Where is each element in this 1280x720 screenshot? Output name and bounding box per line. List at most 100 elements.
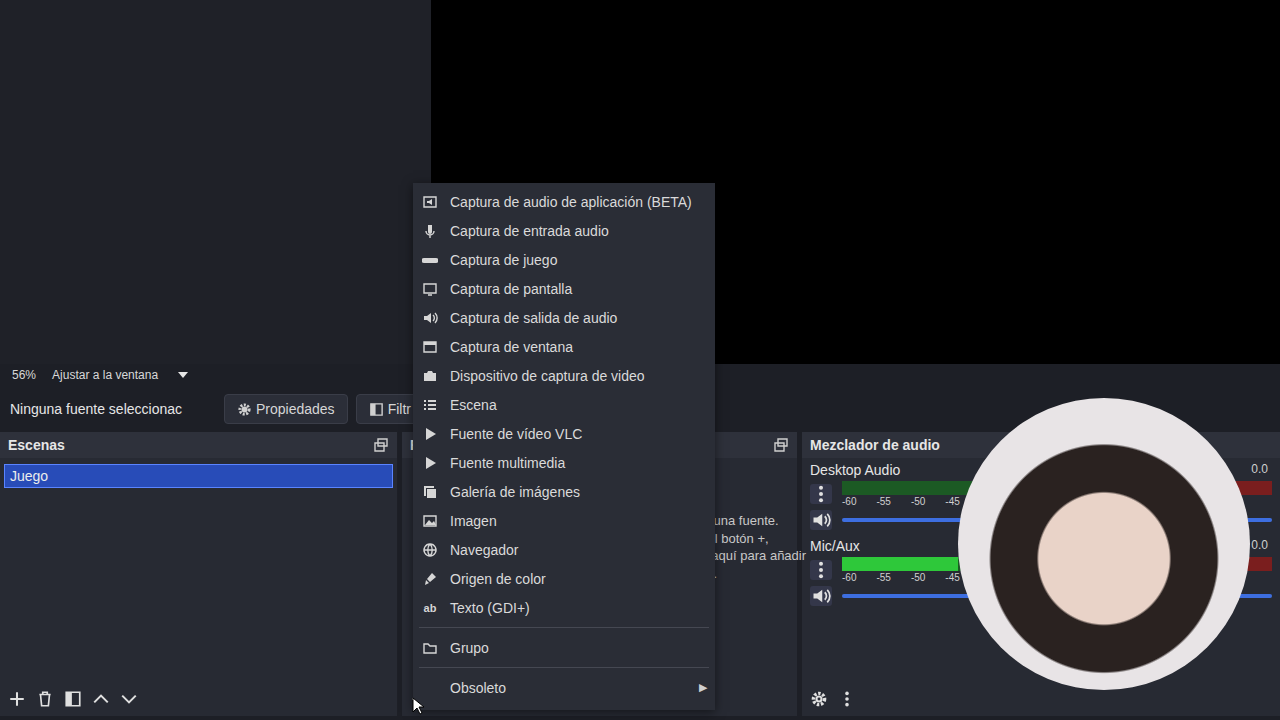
menu-item-label: Captura de ventana bbox=[450, 339, 707, 355]
scale-tick: -50 bbox=[911, 572, 925, 583]
menu-item-icon-slot bbox=[421, 280, 439, 298]
menu-item-label: Escena bbox=[450, 397, 707, 413]
menu-item-icon-slot bbox=[421, 454, 439, 472]
menu-item[interactable]: Captura de audio de aplicación (BETA) bbox=[413, 187, 715, 216]
speaker-icon[interactable] bbox=[810, 510, 832, 530]
menu-item[interactable]: Origen de color bbox=[413, 564, 715, 593]
more-icon[interactable] bbox=[810, 560, 832, 580]
channel-reading: 0.0 bbox=[1251, 538, 1268, 554]
menu-item-label: Fuente multimedia bbox=[450, 455, 707, 471]
menu-item-label: Captura de salida de audio bbox=[450, 310, 707, 326]
source-type-icon bbox=[422, 252, 438, 268]
dock-title: Mezclador de audio bbox=[810, 437, 940, 453]
channel-reading: 0.0 bbox=[1251, 462, 1268, 478]
menu-item-label: Dispositivo de captura de video bbox=[450, 368, 707, 384]
dropdown-arrow-icon bbox=[178, 372, 188, 378]
move-up-icon[interactable] bbox=[92, 690, 110, 708]
menu-separator bbox=[419, 627, 709, 628]
menu-item-icon-slot bbox=[421, 251, 439, 269]
channel-name: Mic/Aux bbox=[810, 538, 860, 554]
menu-item-icon-slot bbox=[421, 570, 439, 588]
move-down-icon[interactable] bbox=[120, 690, 138, 708]
obs-window: 56%Ajustar a la ventana Ninguna fuente s… bbox=[0, 0, 1280, 720]
menu-item-icon-slot bbox=[421, 541, 439, 559]
zoom-level: 56% bbox=[12, 368, 36, 382]
menu-item-icon-slot bbox=[421, 193, 439, 211]
menu-item-icon-slot bbox=[421, 639, 439, 657]
menu-item[interactable]: Dispositivo de captura de video bbox=[413, 361, 715, 390]
properties-button[interactable]: Propiedades bbox=[224, 394, 348, 424]
menu-item-label: Galería de imágenes bbox=[450, 484, 707, 500]
scale-tick: -55 bbox=[876, 572, 890, 583]
dock-header: Escenas bbox=[0, 432, 397, 458]
text-icon: ab bbox=[424, 602, 437, 614]
menu-item[interactable]: Captura de salida de audio bbox=[413, 303, 715, 332]
menu-item[interactable]: ab Texto (GDI+) bbox=[413, 593, 715, 622]
menu-item-label: Grupo bbox=[450, 640, 707, 656]
fit-dropdown[interactable]: Ajustar a la ventana bbox=[52, 368, 188, 382]
menu-item-label: Origen de color bbox=[450, 571, 707, 587]
source-type-icon bbox=[422, 397, 438, 413]
menu-item-icon-slot bbox=[421, 222, 439, 240]
menu-item-label: Navegador bbox=[450, 542, 707, 558]
menu-item[interactable]: Imagen bbox=[413, 506, 715, 535]
menu-item-icon-slot bbox=[421, 425, 439, 443]
gear-icon[interactable] bbox=[810, 690, 828, 708]
trash-icon[interactable] bbox=[36, 690, 54, 708]
webcam-overlay bbox=[958, 398, 1250, 690]
menu-item-label: Texto (GDI+) bbox=[450, 600, 707, 616]
filter-icon[interactable] bbox=[64, 690, 82, 708]
menu-item-label: Captura de audio de aplicación (BETA) bbox=[450, 194, 707, 210]
submenu-arrow: ▶ bbox=[699, 681, 707, 694]
add-source-menu: Captura de audio de aplicación (BETA) Cap… bbox=[413, 183, 715, 710]
scenes-toolbar bbox=[0, 682, 397, 716]
menu-item[interactable]: Grupo bbox=[413, 633, 715, 662]
scenes-dock: Escenas Juego bbox=[0, 432, 397, 716]
menu-item-label: Captura de juego bbox=[450, 252, 707, 268]
menu-item-icon-slot: ab bbox=[421, 599, 439, 617]
menu-item[interactable]: Galería de imágenes bbox=[413, 477, 715, 506]
source-type-icon bbox=[422, 571, 438, 587]
filter-icon bbox=[369, 402, 384, 417]
menu-item[interactable]: Fuente de vídeo VLC bbox=[413, 419, 715, 448]
source-type-icon bbox=[422, 640, 438, 656]
menu-item[interactable]: Captura de juego bbox=[413, 245, 715, 274]
more-icon[interactable] bbox=[838, 690, 856, 708]
menu-item[interactable]: Escena bbox=[413, 390, 715, 419]
menu-item[interactable]: Navegador bbox=[413, 535, 715, 564]
menu-item-icon-slot bbox=[421, 679, 439, 697]
dock-title: Escenas bbox=[8, 437, 65, 453]
menu-item-label: Fuente de vídeo VLC bbox=[450, 426, 707, 442]
scale-tick: -45 bbox=[945, 496, 959, 507]
more-icon[interactable] bbox=[810, 484, 832, 504]
scale-tick: -55 bbox=[876, 496, 890, 507]
preview-margin bbox=[0, 0, 431, 364]
webcam-video-frame bbox=[958, 398, 1250, 690]
add-icon[interactable] bbox=[8, 690, 26, 708]
menu-item[interactable]: Captura de ventana bbox=[413, 332, 715, 361]
scale-tick: -60 bbox=[842, 572, 856, 583]
undock-icon[interactable] bbox=[773, 437, 789, 453]
source-type-icon bbox=[422, 426, 438, 442]
scale-tick: -60 bbox=[842, 496, 856, 507]
scale-tick: -50 bbox=[911, 496, 925, 507]
speaker-icon[interactable] bbox=[810, 586, 832, 606]
scene-item[interactable]: Juego bbox=[4, 464, 393, 488]
menu-item-label: Imagen bbox=[450, 513, 707, 529]
undock-icon[interactable] bbox=[373, 437, 389, 453]
menu-item[interactable]: Captura de entrada audio bbox=[413, 216, 715, 245]
channel-name: Desktop Audio bbox=[810, 462, 900, 478]
source-type-icon bbox=[422, 542, 438, 558]
menu-item[interactable]: Fuente multimedia bbox=[413, 448, 715, 477]
meter-fill bbox=[842, 557, 958, 571]
source-type-icon bbox=[422, 310, 438, 326]
mixer-toolbar bbox=[802, 682, 1280, 716]
source-type-icon bbox=[422, 455, 438, 471]
source-type-icon bbox=[422, 194, 438, 210]
menu-item-icon-slot bbox=[421, 512, 439, 530]
menu-separator bbox=[419, 667, 709, 668]
menu-item-icon-slot bbox=[421, 338, 439, 356]
menu-item[interactable]: Captura de pantalla bbox=[413, 274, 715, 303]
menu-item[interactable]: Obsoleto▶ bbox=[413, 673, 715, 702]
source-type-icon bbox=[422, 368, 438, 384]
